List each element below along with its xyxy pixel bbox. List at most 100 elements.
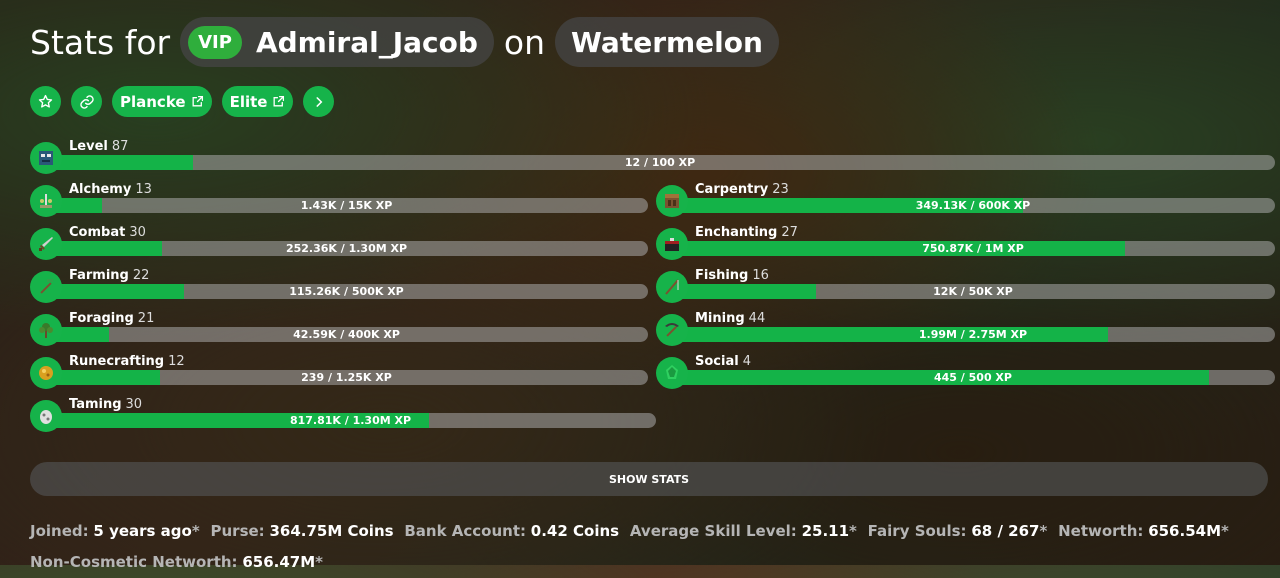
action-buttons: Plancke Elite [30,86,335,117]
info-key: Non-Cosmetic Networth: [30,553,238,571]
level-progress-bar: 12 / 100 XP [45,155,1275,170]
info-value: 656.54M [1148,522,1221,540]
skill-label: Combat 30 [69,225,146,240]
skill-xp-text: 12K / 50K XP [933,285,1013,298]
skill-level: 27 [781,225,798,240]
star-icon [38,94,53,108]
profile-pill[interactable]: Watermelon [555,17,779,67]
info-item: Average Skill Level: 25.11* [630,522,857,540]
external-link-icon [273,95,285,107]
page-title: Stats for VIP Admiral_Jacob on Watermelo… [30,16,779,68]
skill-name: Mining [695,311,745,326]
skill-name: Combat [69,225,126,240]
show-stats-button[interactable]: SHOW STATS [30,462,1268,496]
info-item: Networth: 656.54M* [1058,522,1229,540]
chevron-right-icon [316,96,323,107]
info-asterisk: * [1039,522,1048,540]
skill-row-mining: Mining 44 1.99M / 2.75M XP [656,310,1275,350]
skill-label: Carpentry 23 [695,182,789,197]
skill-name: Social [695,354,739,369]
skill-level: 44 [748,311,766,326]
skill-progress-bar: 445 / 500 XP [671,370,1275,385]
skill-name: Runecrafting [69,354,165,369]
skill-xp-text: 445 / 500 XP [934,371,1012,384]
skill-progress-bar: 115.26K / 500K XP [45,284,648,299]
skill-xp-text: 1.99M / 2.75M XP [918,328,1028,341]
level-row: Level 87 12 / 100 XP [30,138,1275,178]
skill-label: Farming 22 [69,268,149,283]
profile-name: Watermelon [571,25,763,59]
skill-level: 30 [129,225,146,240]
skill-progress-bar: 349.13K / 600K XP [671,198,1275,213]
skill-label: Foraging 21 [69,311,154,326]
spawn-egg-icon [30,400,62,432]
skill-progress-bar: 1.43K / 15K XP [45,198,648,213]
info-value: 0.42 Coins [530,522,620,540]
copy-link-button[interactable] [71,86,102,117]
skill-level: 12 [168,354,185,369]
plancke-button[interactable]: Plancke [112,86,212,117]
info-key: Average Skill Level: [629,522,797,540]
skill-level: 30 [125,397,143,412]
info-asterisk: * [315,553,323,571]
skill-xp-text: 115.26K / 500K XP [289,285,404,298]
skill-progress-bar: 12K / 50K XP [671,284,1275,299]
info-value: 656.47M [242,553,316,571]
skill-level: 22 [132,268,150,283]
skill-name: Foraging [69,311,134,326]
info-item: Bank Account: 0.42 Coins [404,522,619,540]
skill-row-social: Social 4 445 / 500 XP [656,353,1275,393]
profile-info: Joined: 5 years ago* Purse: 364.75M Coin… [30,516,1260,578]
skill-label: Fishing 16 [695,268,769,283]
hoe-icon [30,271,62,303]
crafting-table-icon [656,185,688,217]
info-asterisk: * [849,522,857,540]
info-item: Purse: 364.75M Coins [211,522,394,540]
more-button[interactable] [303,86,335,117]
info-item: Non-Cosmetic Networth: 656.47M* [30,553,323,571]
title-connector: on [503,22,546,62]
elite-label: Elite [229,92,268,111]
skill-progress-bar: 42.59K / 400K XP [45,327,648,342]
skill-name: Enchanting [695,225,778,240]
skill-progress-bar: 1.99M / 2.75M XP [671,327,1275,342]
emerald-icon [656,357,688,389]
info-key: Networth: [1058,522,1144,540]
favorite-button[interactable] [30,86,61,117]
pickaxe-icon [656,314,688,346]
skill-name: Taming [69,397,122,412]
info-value: 364.75M Coins [269,522,394,540]
skill-xp-text: 349.13K / 600K XP [915,199,1031,212]
skill-row-foraging: Foraging 21 42.59K / 400K XP [30,310,648,350]
skill-progress-bar: 817.81K / 1.30M XP [45,413,656,428]
title-prefix: Stats for [30,22,171,62]
skill-label: Runecrafting 12 [69,354,185,369]
player-pill[interactable]: VIP Admiral_Jacob [180,17,494,67]
info-key: Purse: [210,522,265,540]
skill-xp-text: 239 / 1.25K XP [301,371,392,384]
show-stats-label: SHOW STATS [608,472,690,486]
info-key: Joined: [30,522,89,540]
skill-label: Enchanting 27 [695,225,798,240]
link-icon [79,94,94,109]
level-xp-text: 12 / 100 XP [624,156,696,169]
skill-row-enchanting: Enchanting 27 750.87K / 1M XP [656,224,1275,264]
elite-button[interactable]: Elite [221,86,294,117]
skill-row-combat: Combat 30 252.36K / 1.30M XP [30,224,648,264]
skill-row-taming: Taming 30 817.81K / 1.30M XP [30,396,656,436]
skill-xp-text: 42.59K / 400K XP [293,328,400,341]
brewing-stand-icon [30,185,62,217]
skill-progress-bar: 252.36K / 1.30M XP [45,241,648,256]
skill-level: 23 [772,182,789,197]
magma-cream-icon [30,357,62,389]
level-label: Level 87 [69,139,129,154]
skill-xp-text: 750.87K / 1M XP [922,242,1024,255]
info-value: 5 years ago [93,522,192,540]
info-item: Joined: 5 years ago* [30,522,200,540]
info-value: 68 / 267 [971,522,1040,540]
skill-name: Fishing [695,268,749,283]
sword-icon [30,228,62,260]
info-key: Bank Account: [404,522,526,540]
skill-name: Alchemy [69,182,132,197]
player-head-icon [30,142,62,174]
